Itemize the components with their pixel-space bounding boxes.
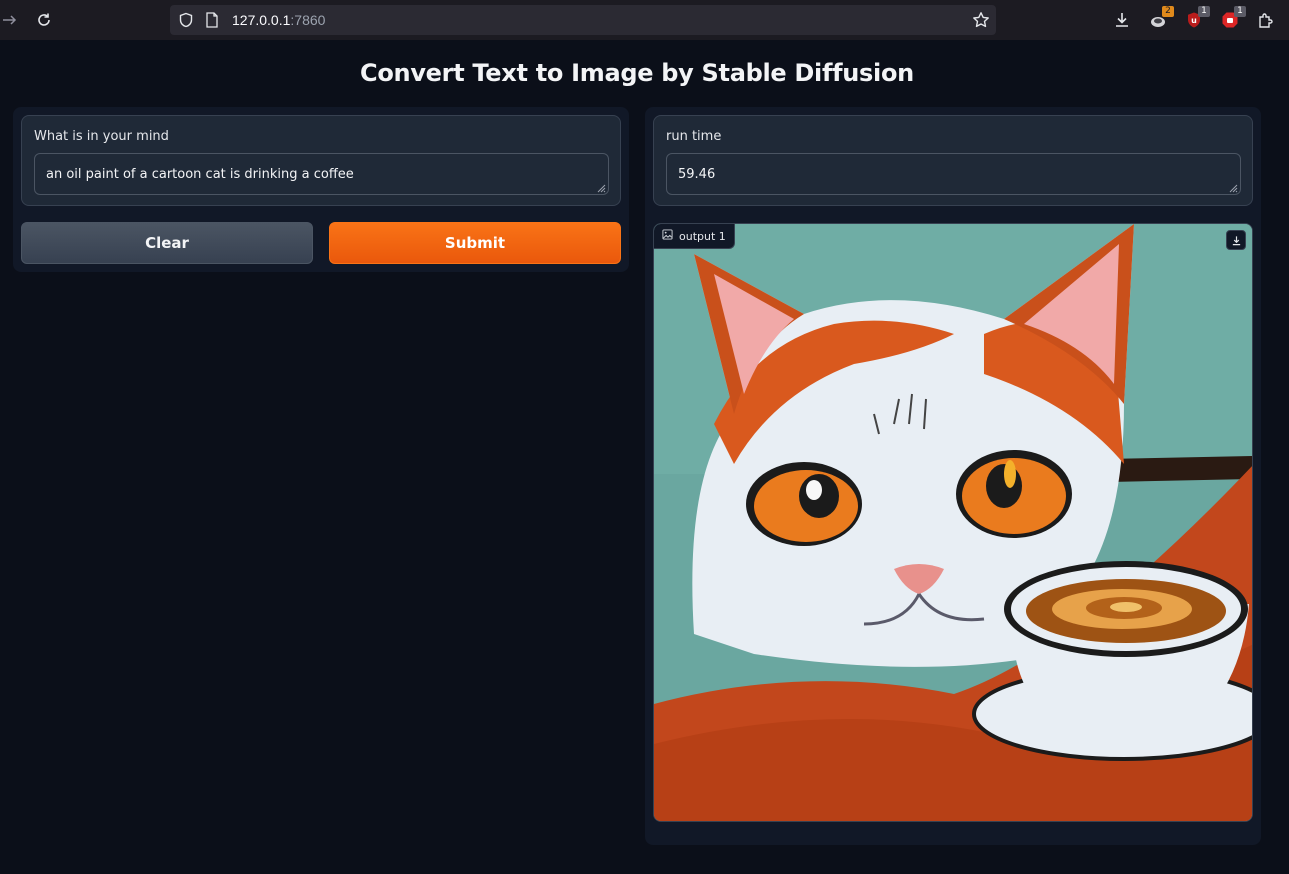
extension-badge-2: 1 — [1198, 6, 1210, 17]
url-text: 127.0.0.1:7860 — [232, 12, 325, 28]
bookmark-star-icon[interactable] — [972, 11, 990, 34]
runtime-block: run time 59.46 — [653, 115, 1253, 206]
submit-button[interactable]: Submit — [329, 222, 621, 264]
resize-handle-icon[interactable] — [1226, 180, 1238, 193]
output-image-label: output 1 — [654, 224, 735, 249]
prompt-value: an oil paint of a cartoon cat is drinkin… — [46, 167, 354, 182]
output-image[interactable]: output 1 — [653, 223, 1253, 822]
prompt-input[interactable]: an oil paint of a cartoon cat is drinkin… — [34, 153, 609, 195]
runtime-field[interactable]: 59.46 — [666, 153, 1241, 195]
input-panel: What is in your mind an oil paint of a c… — [13, 107, 629, 272]
forward-icon[interactable] — [0, 10, 20, 30]
cat-painting — [654, 224, 1252, 821]
reload-icon[interactable] — [34, 10, 54, 30]
browser-toolbar: 127.0.0.1:7860 2 u 1 1 — [0, 0, 1289, 40]
resize-handle-icon[interactable] — [594, 180, 606, 193]
runtime-label: run time — [666, 129, 722, 144]
page-title: Convert Text to Image by Stable Diffusio… — [360, 59, 914, 87]
clear-button[interactable]: Clear — [21, 222, 313, 264]
extension-badge-3: 1 — [1234, 6, 1246, 17]
page-icon — [205, 12, 219, 33]
output-label-text: output 1 — [679, 229, 726, 243]
extension-badge-1: 2 — [1162, 6, 1174, 17]
prompt-label: What is in your mind — [34, 129, 169, 144]
shield-icon[interactable] — [178, 12, 194, 33]
image-icon — [662, 229, 673, 243]
url-host: 127.0.0.1 — [232, 12, 291, 28]
runtime-value: 59.46 — [678, 167, 716, 182]
svg-text:u: u — [1191, 16, 1197, 25]
url-port: :7860 — [290, 12, 326, 28]
extension-icon-1[interactable]: 2 — [1148, 6, 1174, 30]
address-bar[interactable]: 127.0.0.1:7860 — [170, 5, 996, 35]
extensions-puzzle-icon[interactable] — [1256, 10, 1276, 30]
prompt-block: What is in your mind an oil paint of a c… — [21, 115, 621, 206]
ublock-icon[interactable]: u 1 — [1184, 6, 1210, 30]
downloads-icon[interactable] — [1112, 10, 1132, 30]
download-icon[interactable] — [1226, 230, 1246, 250]
adblock-icon[interactable]: 1 — [1220, 6, 1246, 30]
